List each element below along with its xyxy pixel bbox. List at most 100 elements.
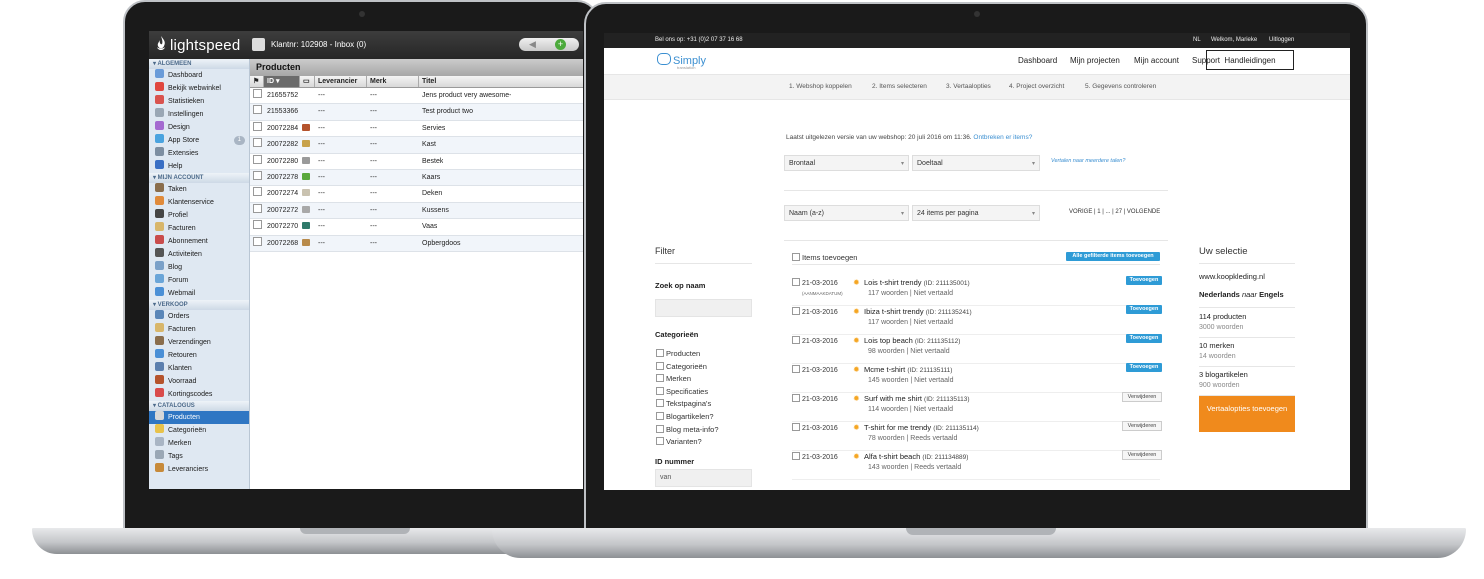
row-checkbox[interactable] (253, 105, 262, 115)
sidebar-item[interactable]: Merken (149, 437, 249, 450)
table-row[interactable]: 21655752 --- --- Jens product very awesome- (250, 88, 583, 105)
step-2[interactable]: 2. Items selecteren (872, 75, 927, 99)
item-name[interactable]: Surf with me shirt (ID: 211135113) (864, 394, 970, 403)
item-checkbox[interactable] (792, 423, 800, 431)
row-checkbox[interactable] (253, 220, 262, 230)
category-checkbox[interactable] (656, 424, 664, 433)
add-translation-options-button[interactable]: Vertaalopties toevoegen (1199, 396, 1295, 432)
item-name[interactable]: T-shirt for me trendy (ID: 211135114) (864, 423, 979, 432)
sidebar-item[interactable]: Help (149, 160, 249, 173)
sidebar-item[interactable]: Retouren (149, 349, 249, 362)
sidebar-section-header[interactable]: ▾ CATALOGUS (149, 401, 249, 411)
row-checkbox[interactable] (253, 154, 262, 164)
step-4[interactable]: 4. Project overzicht (1009, 75, 1064, 99)
item-checkbox[interactable] (792, 336, 800, 344)
table-row[interactable]: 20072280 --- --- Bestek (250, 154, 583, 170)
category-option[interactable]: Producten (656, 349, 700, 358)
source-language-select[interactable]: Brontaal ▾ (784, 155, 909, 171)
language-switch[interactable]: NL (1193, 33, 1201, 48)
category-option[interactable]: Tekstpagina's (656, 399, 711, 408)
sidebar-item[interactable]: Voorraad (149, 375, 249, 388)
table-row[interactable]: 20072282 --- --- Kast (250, 137, 583, 154)
sidebar-item[interactable]: Profiel (149, 209, 249, 222)
item-checkbox[interactable] (792, 365, 800, 373)
sidebar-item[interactable]: Design (149, 121, 249, 134)
row-titel[interactable]: Kussens (422, 203, 449, 218)
category-option[interactable]: Varianten? (656, 437, 702, 446)
category-option[interactable]: Blogartikelen? (656, 412, 714, 421)
sidebar-item[interactable]: Producten (149, 411, 249, 424)
row-titel[interactable]: Deken (422, 186, 442, 201)
target-language-select[interactable]: Doeltaal ▾ (912, 155, 1040, 171)
category-option[interactable]: Merken (656, 374, 691, 383)
row-titel[interactable]: Jens product very awesome- (422, 88, 511, 103)
back-arrow-icon[interactable]: ◀ (529, 39, 536, 50)
logout-link[interactable]: Uitloggen (1269, 33, 1294, 48)
search-input[interactable] (655, 299, 752, 317)
per-page-select[interactable]: 24 items per pagina ▾ (912, 205, 1040, 221)
sidebar-item[interactable]: App Store 1 (149, 134, 249, 147)
row-checkbox[interactable] (253, 138, 262, 148)
lightspeed-logo[interactable]: lightspeed (155, 36, 240, 54)
row-titel[interactable]: Bestek (422, 154, 443, 169)
add-item-button[interactable]: Toevoegen (1126, 363, 1162, 372)
menu-mijn-account[interactable]: Mijn account (1134, 56, 1179, 65)
step-3[interactable]: 3. Vertaalopties (946, 75, 991, 99)
sidebar-item[interactable]: Orders (149, 310, 249, 323)
category-option[interactable]: Blog meta-info? (656, 424, 719, 434)
select-all-checkbox[interactable] (792, 253, 800, 261)
sidebar-item[interactable]: Categorieën (149, 424, 249, 437)
titel-column[interactable]: Titel (419, 76, 583, 87)
remove-item-button[interactable]: Verwijderen (1122, 392, 1162, 402)
row-titel[interactable]: Kast (422, 137, 436, 152)
item-checkbox[interactable] (792, 278, 800, 286)
sidebar-item[interactable]: Dashboard (149, 69, 249, 82)
row-titel[interactable]: Test product two (422, 104, 473, 119)
sidebar-item[interactable]: Blog (149, 261, 249, 274)
table-row[interactable]: 20072268 --- --- Opbergdoos (250, 235, 583, 252)
category-option[interactable]: Specificaties (656, 386, 708, 396)
menu-dashboard[interactable]: Dashboard (1018, 56, 1057, 65)
item-name[interactable]: Lois top beach (ID: 211135112) (864, 336, 960, 345)
simply-logo[interactable]: Simply translation (657, 53, 706, 70)
step-1[interactable]: 1. Webshop koppelen (789, 75, 852, 99)
sidebar-item[interactable]: Kortingscodes (149, 388, 249, 401)
add-item-button[interactable]: Toevoegen (1126, 276, 1162, 285)
add-item-button[interactable]: Toevoegen (1126, 334, 1162, 343)
sidebar-item[interactable]: Activiteiten (149, 248, 249, 261)
row-titel[interactable]: Vaas (422, 219, 437, 234)
step-5[interactable]: 5. Gegevens controleren (1085, 75, 1156, 99)
row-checkbox[interactable] (253, 170, 262, 180)
row-checkbox[interactable] (253, 203, 262, 213)
category-checkbox[interactable] (656, 361, 664, 370)
category-checkbox[interactable] (656, 374, 664, 383)
image-column[interactable]: ▭ (300, 76, 315, 87)
item-checkbox[interactable] (792, 394, 800, 402)
add-icon[interactable]: + (555, 39, 566, 50)
sort-select[interactable]: Naam (a-z) ▾ (784, 205, 909, 221)
table-row[interactable]: 20072270 --- --- Vaas (250, 219, 583, 236)
sidebar-section-header[interactable]: ▾ ALGEMEEN (149, 59, 249, 69)
sidebar-item[interactable]: Bekijk webwinkel (149, 82, 249, 95)
menu-mijn-projecten[interactable]: Mijn projecten (1070, 56, 1120, 65)
pagination[interactable]: VORIGE | 1 | ... | 27 | VOLGENDE (1069, 209, 1160, 215)
category-checkbox[interactable] (656, 437, 664, 446)
table-row[interactable]: 20072284 --- --- Servies (250, 121, 583, 138)
sidebar-item[interactable]: Verzendingen (149, 336, 249, 349)
item-name[interactable]: Lois t-shirt trendy (ID: 211135001) (864, 278, 970, 287)
missing-items-link[interactable]: Ontbreken er items? (973, 134, 1032, 141)
sidebar-item[interactable]: Abonnement (149, 235, 249, 248)
item-name[interactable]: Mcme t-shirt (ID: 211135111) (864, 365, 952, 374)
row-titel[interactable]: Opbergdoos (422, 236, 461, 251)
row-checkbox[interactable] (253, 89, 262, 98)
sidebar-item[interactable]: Taken (149, 183, 249, 196)
category-checkbox[interactable] (656, 412, 664, 420)
sidebar-item[interactable]: Extensies (149, 147, 249, 160)
table-row[interactable]: 21553366 --- --- Test product two (250, 104, 583, 121)
row-checkbox[interactable] (253, 187, 262, 197)
remove-item-button[interactable]: Verwijderen (1122, 421, 1162, 431)
id-column[interactable]: ID ▾ (264, 76, 300, 87)
sidebar-item[interactable]: Facturen (149, 323, 249, 336)
category-checkbox[interactable] (656, 386, 664, 395)
sidebar-item[interactable]: Klantenservice (149, 196, 249, 209)
